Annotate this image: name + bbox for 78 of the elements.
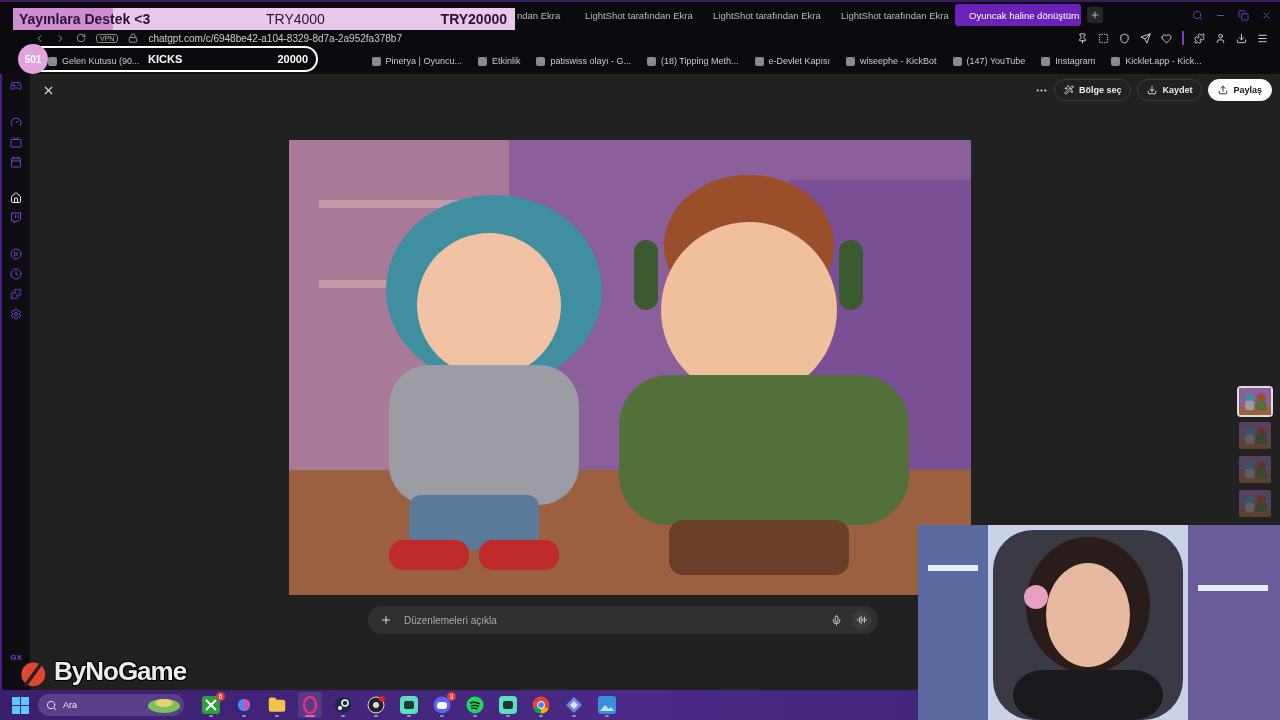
download-icon — [1147, 85, 1158, 95]
browser-tab[interactable]: Oyuncak haline dönüştürn — [955, 4, 1081, 26]
bookmark-link[interactable]: (18) Tipping Meth... — [646, 56, 739, 66]
audio-wave-icon — [857, 615, 867, 625]
settings-icon[interactable] — [10, 308, 22, 320]
save-button[interactable]: Kaydet — [1137, 79, 1203, 101]
logo-text: ByNoGame — [54, 655, 187, 687]
bookmark-link[interactable]: Gelen Kutusu (90... — [48, 56, 140, 66]
profile-icon[interactable] — [1215, 32, 1226, 44]
share-button[interactable]: Paylaş — [1208, 79, 1272, 101]
pin-icon[interactable] — [1077, 32, 1088, 44]
bookmark-link[interactable]: Pinerya | Oyuncu... — [371, 56, 462, 66]
voice-button[interactable] — [852, 610, 872, 630]
reload-icon[interactable] — [76, 33, 86, 43]
search-field[interactable]: Ara — [38, 694, 184, 716]
bookmark-link[interactable]: wiseephe - KickBot — [846, 56, 937, 66]
windows-icon[interactable] — [12, 696, 29, 714]
lock-icon — [128, 33, 139, 43]
bookmark-link[interactable]: Kicklet.app - Kick... — [1111, 56, 1202, 66]
new-tab-button[interactable] — [1087, 7, 1103, 23]
bookmark-link[interactable]: Instagram — [1041, 56, 1096, 66]
browser-tab[interactable]: LightShot tarafından Ekra — [699, 4, 827, 26]
bookmark-link[interactable]: Etkinlik — [477, 56, 521, 66]
kicks-goal: 20000 — [277, 53, 308, 65]
browser-tab[interactable]: LightShot tarafından Ekra — [571, 4, 699, 26]
chat-icon[interactable] — [499, 696, 517, 714]
gauge-icon[interactable] — [10, 116, 22, 128]
composer-bar[interactable]: Düzenlemeleri açıkla — [368, 606, 878, 634]
send-icon[interactable] — [1140, 32, 1151, 44]
folder-icon[interactable] — [268, 696, 286, 714]
search-icon[interactable] — [1192, 9, 1203, 21]
search-icon — [46, 699, 57, 711]
twitch-icon[interactable] — [10, 212, 22, 224]
chat-icon[interactable] — [400, 696, 418, 714]
gamepad-icon[interactable] — [10, 80, 22, 92]
thumbnail[interactable] — [1237, 420, 1273, 451]
discord-icon[interactable] — [433, 696, 451, 714]
tv-icon[interactable] — [10, 136, 22, 148]
shield-icon[interactable] — [1119, 32, 1130, 44]
snapshot-icon[interactable] — [1098, 32, 1109, 44]
goal-current: TRY4000 — [265, 11, 325, 27]
goal-emote: <3 — [134, 11, 151, 27]
bookmark-link[interactable]: (147) YouTube — [952, 56, 1026, 66]
thumbnail[interactable] — [1237, 454, 1273, 485]
heart-icon[interactable] — [1161, 32, 1172, 44]
thumbnail[interactable] — [1237, 386, 1273, 417]
sidebar-label: GX — [10, 653, 22, 662]
goal-target: TRY20000 — [440, 11, 507, 27]
calendar-icon[interactable] — [10, 156, 22, 168]
landscape-icon — [148, 697, 180, 713]
prompt-field[interactable]: Düzenlemeleri açıkla — [402, 613, 821, 627]
microphone-icon[interactable] — [831, 614, 842, 626]
share-icon — [1218, 85, 1229, 95]
photos-icon[interactable] — [598, 696, 616, 714]
close-icon[interactable] — [1261, 9, 1272, 21]
xbox-icon[interactable] — [202, 696, 220, 714]
download-icon[interactable] — [1236, 32, 1247, 44]
wand-icon — [1063, 85, 1074, 95]
browser-tab[interactable]: ndan Ekra — [515, 4, 571, 26]
plus-icon — [1090, 10, 1100, 20]
plus-icon[interactable] — [380, 614, 392, 626]
goal-title: Yayınlara Destek — [19, 11, 131, 27]
address-url[interactable]: chatgpt.com/c/6948be42-a104-8329-8d7a-2a952fa378b7 — [148, 32, 402, 44]
browser-tab[interactable]: LightShot tarafından Ekra — [827, 4, 955, 26]
chrome-icon[interactable] — [532, 696, 550, 714]
kicks-label: KICKS — [148, 53, 183, 65]
copilot-icon[interactable] — [235, 696, 253, 714]
extensions-icon[interactable] — [1194, 32, 1205, 44]
app-icon[interactable] — [565, 696, 583, 714]
thumbnail[interactable] — [1237, 488, 1273, 519]
music-icon[interactable] — [466, 696, 484, 714]
bookmark-link[interactable]: e-Devlet Kapısı — [754, 56, 831, 66]
select-area-button[interactable]: Bölge seç — [1053, 79, 1132, 101]
steam-icon[interactable] — [334, 696, 352, 714]
menu-icon[interactable] — [1257, 32, 1268, 44]
home-icon[interactable] — [10, 192, 22, 204]
record-icon[interactable] — [367, 696, 385, 714]
bookmark-link[interactable]: patiswiss olayı - G... — [536, 56, 631, 66]
